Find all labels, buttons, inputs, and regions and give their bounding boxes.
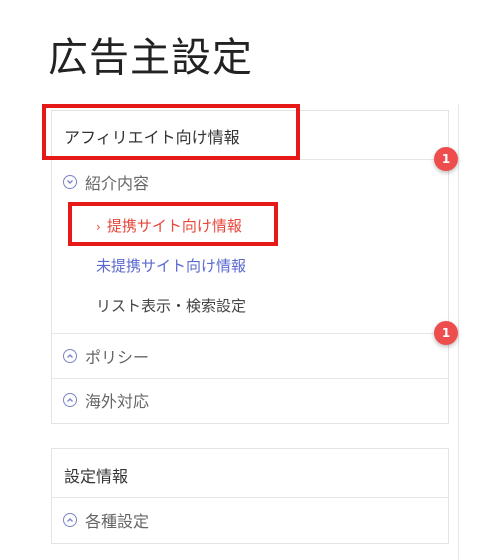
sub-item-list-search-settings[interactable]: リスト表示・検索設定 xyxy=(96,295,246,316)
page-title: 広告主設定 xyxy=(48,35,253,81)
section-shoukai-naiyou[interactable]: 紹介内容 xyxy=(52,160,448,204)
section-label: ポリシー xyxy=(85,348,150,367)
section-various-settings[interactable]: 各種設定 xyxy=(52,498,448,542)
highlight-box-affiliate-header xyxy=(42,104,300,160)
section-label: 紹介内容 xyxy=(85,174,150,193)
chevron-down-icon xyxy=(63,175,77,189)
step-badge: 1 xyxy=(434,147,458,171)
section-label: 海外対応 xyxy=(85,392,150,411)
chevron-up-icon xyxy=(63,349,77,363)
highlight-box-partner-site-info xyxy=(68,202,278,246)
sub-item-unpartnered-site-info[interactable]: 未提携サイト向け情報 xyxy=(96,255,246,276)
sub-item-label: リスト表示・検索設定 xyxy=(96,297,247,315)
chevron-up-icon xyxy=(63,393,77,407)
settings-info-header[interactable]: 設定情報 xyxy=(52,449,448,498)
content-panel-edge xyxy=(458,104,479,560)
section-policy[interactable]: ポリシー xyxy=(52,333,448,379)
settings-info-card: 設定情報 各種設定 xyxy=(51,448,449,544)
section-label: 各種設定 xyxy=(85,512,150,531)
section-overseas[interactable]: 海外対応 xyxy=(52,378,448,422)
sub-item-label: 未提携サイト向け情報 xyxy=(96,257,247,275)
settings-info-header-label: 設定情報 xyxy=(64,467,129,486)
step-badge: 1 xyxy=(434,321,458,345)
chevron-up-icon xyxy=(63,513,77,527)
